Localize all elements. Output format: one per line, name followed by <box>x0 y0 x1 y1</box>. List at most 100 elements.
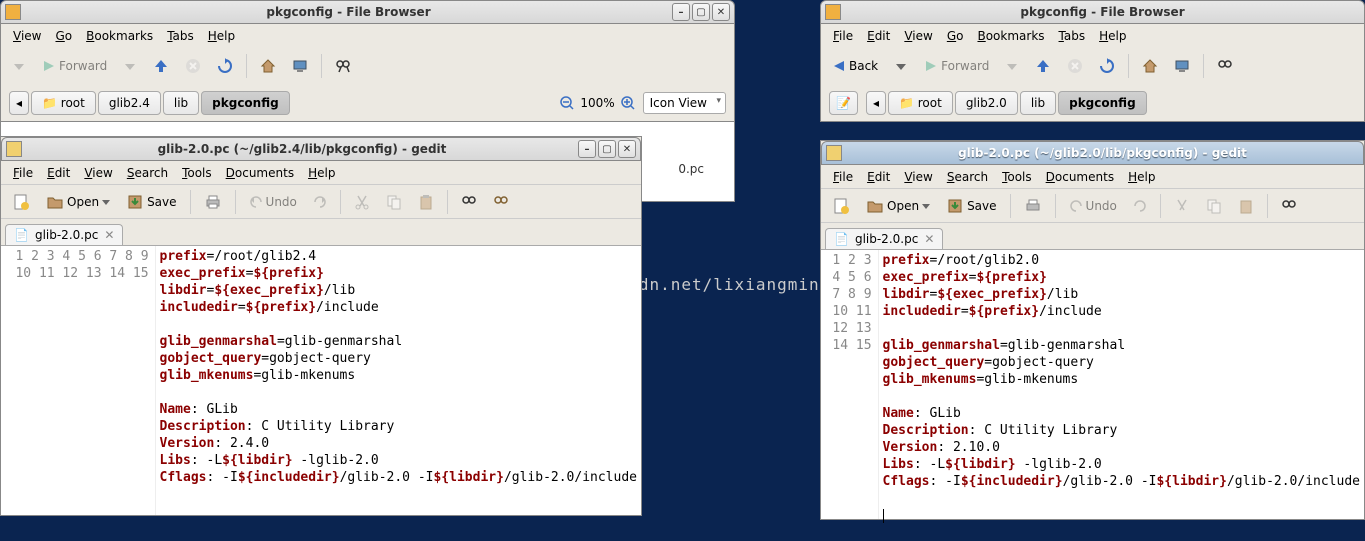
file-tab[interactable]: 📄 glib-2.0.pc ✕ <box>5 224 123 245</box>
reload-button[interactable] <box>1094 53 1120 79</box>
line-gutter: 1 2 3 4 5 6 7 8 9 10 11 12 13 14 15 <box>1 246 156 515</box>
up-button[interactable] <box>148 53 174 79</box>
paste-button <box>413 189 439 215</box>
copy-button <box>381 189 407 215</box>
breadcrumb-lib[interactable]: lib <box>1020 91 1056 115</box>
breadcrumb-glib20[interactable]: glib2.0 <box>955 91 1018 115</box>
open-button[interactable]: Open <box>41 189 115 215</box>
tab-icon: 📄 <box>14 228 29 242</box>
paste-button <box>1233 193 1259 219</box>
breadcrumb-pkgconfig[interactable]: pkgconfig <box>201 91 290 115</box>
file-tab[interactable]: 📄 glib-2.0.pc ✕ <box>825 228 943 249</box>
filebrowser-titlebar[interactable]: pkgconfig - File Browser <box>820 0 1365 24</box>
reload-button[interactable] <box>212 53 238 79</box>
menu-help[interactable]: Help <box>1093 27 1132 45</box>
menu-go[interactable]: Go <box>941 27 970 45</box>
tab-close-icon[interactable]: ✕ <box>104 228 114 242</box>
back-dropdown-icon[interactable] <box>889 53 913 79</box>
file-label: 0.pc <box>678 162 704 176</box>
filebrowser-titlebar[interactable]: pkgconfig - File Browser – ▢ ✕ <box>0 0 735 24</box>
breadcrumb-root[interactable]: 📁 root <box>888 91 953 115</box>
view-mode-select[interactable]: Icon View <box>643 92 726 114</box>
computer-button[interactable] <box>287 53 313 79</box>
breadcrumb-pkgconfig[interactable]: pkgconfig <box>1058 91 1147 115</box>
menu-view[interactable]: View <box>7 27 47 45</box>
menu-help[interactable]: Help <box>302 164 341 182</box>
menu-help[interactable]: Help <box>1122 168 1161 186</box>
close-button[interactable]: ✕ <box>712 3 730 21</box>
forward-dropdown-icon <box>1000 53 1024 79</box>
save-button[interactable]: Save <box>121 189 181 215</box>
minimize-button[interactable]: – <box>672 3 690 21</box>
menu-tabs[interactable]: Tabs <box>161 27 200 45</box>
menu-tabs[interactable]: Tabs <box>1053 27 1092 45</box>
save-button[interactable]: Save <box>941 193 1001 219</box>
breadcrumb-lib[interactable]: lib <box>163 91 199 115</box>
maximize-button[interactable]: ▢ <box>598 140 616 158</box>
file-item[interactable]: 0.pc <box>678 162 704 176</box>
stop-button <box>180 53 206 79</box>
menu-search[interactable]: Search <box>121 164 174 182</box>
cut-button <box>1169 193 1195 219</box>
folder-icon <box>825 4 841 20</box>
code-content[interactable]: prefix=/root/glib2.4 exec_prefix=${prefi… <box>156 246 641 515</box>
menu-help[interactable]: Help <box>202 27 241 45</box>
menu-edit[interactable]: Edit <box>861 27 896 45</box>
home-button[interactable] <box>1137 53 1163 79</box>
menu-view[interactable]: View <box>898 168 938 186</box>
editor-area[interactable]: 1 2 3 4 5 6 7 8 9 10 11 12 13 14 15 pref… <box>1 245 641 515</box>
up-button[interactable] <box>1030 53 1056 79</box>
breadcrumb-back-icon[interactable]: ◂ <box>866 91 886 115</box>
breadcrumb-glib24[interactable]: glib2.4 <box>98 91 161 115</box>
menu-bookmarks[interactable]: Bookmarks <box>80 27 159 45</box>
search-button[interactable] <box>1212 53 1238 79</box>
search-button[interactable] <box>330 53 356 79</box>
menu-tools[interactable]: Tools <box>176 164 218 182</box>
menu-documents[interactable]: Documents <box>220 164 300 182</box>
menu-bookmarks[interactable]: Bookmarks <box>971 27 1050 45</box>
home-button[interactable] <box>255 53 281 79</box>
menu-search[interactable]: Search <box>941 168 994 186</box>
menu-file[interactable]: File <box>827 27 859 45</box>
breadcrumb-back-icon[interactable]: ◂ <box>9 91 29 115</box>
back-button[interactable]: Back <box>827 53 883 79</box>
gedit-titlebar[interactable]: glib-2.0.pc (~/glib2.0/lib/pkgconfig) - … <box>821 141 1364 165</box>
menu-go[interactable]: Go <box>49 27 78 45</box>
computer-button[interactable] <box>1169 53 1195 79</box>
close-button[interactable]: ✕ <box>618 140 636 158</box>
editor-area[interactable]: 1 2 3 4 5 6 7 8 9 10 11 12 13 14 15 pref… <box>821 249 1364 519</box>
find-button[interactable] <box>1276 193 1302 219</box>
menu-view[interactable]: View <box>78 164 118 182</box>
new-button[interactable] <box>827 193 855 219</box>
breadcrumb-root[interactable]: 📁 root <box>31 91 96 115</box>
menu-documents[interactable]: Documents <box>1040 168 1120 186</box>
menu-edit[interactable]: Edit <box>861 168 896 186</box>
gedit-icon <box>6 141 22 157</box>
menu-tools[interactable]: Tools <box>996 168 1038 186</box>
folder-icon <box>5 4 21 20</box>
edit-location-icon[interactable]: 📝 <box>829 91 858 115</box>
print-button[interactable] <box>1019 193 1047 219</box>
gedit-titlebar[interactable]: glib-2.0.pc (~/glib2.4/lib/pkgconfig) - … <box>1 137 641 161</box>
filebrowser-menubar: View Go Bookmarks Tabs Help <box>0 24 735 48</box>
minimize-button[interactable]: – <box>578 140 596 158</box>
code-content[interactable]: prefix=/root/glib2.0 exec_prefix=${prefi… <box>879 250 1364 519</box>
maximize-button[interactable]: ▢ <box>692 3 710 21</box>
open-button[interactable]: Open <box>861 193 935 219</box>
new-button[interactable] <box>7 189 35 215</box>
zoom-out-icon[interactable] <box>560 96 574 110</box>
replace-button[interactable] <box>488 189 514 215</box>
gedit-menubar: File Edit View Search Tools Documents He… <box>1 161 641 185</box>
menu-file[interactable]: File <box>827 168 859 186</box>
menu-file[interactable]: File <box>7 164 39 182</box>
window-title: pkgconfig - File Browser <box>25 5 672 19</box>
print-button[interactable] <box>199 189 227 215</box>
zoom-in-icon[interactable] <box>621 96 635 110</box>
menu-view[interactable]: View <box>898 27 938 45</box>
menu-edit[interactable]: Edit <box>41 164 76 182</box>
gedit-window-right: glib-2.0.pc (~/glib2.0/lib/pkgconfig) - … <box>820 140 1365 520</box>
tab-close-icon[interactable]: ✕ <box>924 232 934 246</box>
find-button[interactable] <box>456 189 482 215</box>
redo-button <box>308 189 332 215</box>
undo-button: Undo <box>1064 193 1122 219</box>
